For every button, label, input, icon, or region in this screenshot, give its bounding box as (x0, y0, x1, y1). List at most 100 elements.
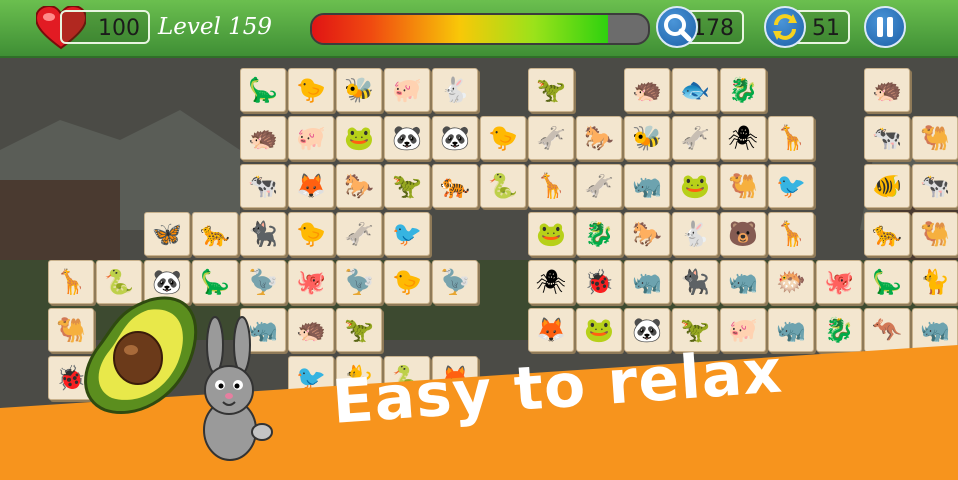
tile-chick[interactable]: 🐤 (288, 68, 334, 112)
tile-hedgehog[interactable]: 🦔 (240, 116, 286, 160)
tile-panther[interactable]: 🐈‍⬛ (672, 260, 718, 304)
tile-fish-purple[interactable]: 🐟 (672, 68, 718, 112)
fox-icon: 🦊 (296, 172, 326, 200)
tile-dino-green[interactable]: 🦖 (528, 68, 574, 112)
tile-leopard[interactable]: 🐆 (192, 212, 238, 256)
tile-panda[interactable]: 🐼 (144, 260, 190, 304)
tile-octopus[interactable]: 🐙 (288, 260, 334, 304)
tile-giraffe[interactable]: 🦒 (768, 116, 814, 160)
tile-spider[interactable]: 🕷 (720, 116, 766, 160)
tile-toucan[interactable]: 🐦 (768, 164, 814, 208)
tile-toucan[interactable]: 🐦 (288, 356, 334, 400)
tile-ladybug[interactable]: 🐞 (48, 356, 94, 400)
rhino-icon: 🦏 (632, 172, 662, 200)
tile-donkey[interactable]: 🫏 (672, 116, 718, 160)
tile-donkey[interactable]: 🫏 (576, 164, 622, 208)
tile-dino-blue[interactable]: 🦕 (864, 260, 910, 304)
tile-tiger[interactable]: 🐅 (432, 164, 478, 208)
snake-icon: 🐍 (104, 268, 134, 296)
tile-seahorse[interactable]: 🐉 (576, 212, 622, 256)
tile-snake[interactable]: 🐍 (480, 164, 526, 208)
tile-camel[interactable]: 🐫 (720, 164, 766, 208)
tile-giraffe[interactable]: 🦒 (528, 164, 574, 208)
tile-giraffe[interactable]: 🦒 (768, 212, 814, 256)
tile-bee[interactable]: 🐝 (624, 116, 670, 160)
tile-fox[interactable]: 🦊 (528, 308, 574, 352)
tile-hedgehog[interactable]: 🦔 (288, 308, 334, 352)
tile-pufferfish[interactable]: 🐡 (768, 260, 814, 304)
tile-horse[interactable]: 🐎 (336, 164, 382, 208)
chick-icon: 🐤 (488, 124, 518, 152)
seahorse-icon: 🐉 (824, 316, 854, 344)
tile-rabbit[interactable]: 🐇 (432, 68, 478, 112)
tile-ladybug[interactable]: 🐞 (576, 260, 622, 304)
tile-toucan[interactable]: 🐦 (384, 212, 430, 256)
tile-bear[interactable]: 🐻 (720, 212, 766, 256)
tile-rhino[interactable]: 🦏 (624, 164, 670, 208)
shuffle-button[interactable] (764, 6, 806, 48)
toucan-icon: 🐦 (296, 364, 326, 392)
seahorse-icon: 🐉 (584, 220, 614, 248)
tiger-icon: 🐅 (440, 172, 470, 200)
tile-donkey[interactable]: 🫏 (528, 116, 574, 160)
tile-snake[interactable]: 🐍 (96, 260, 142, 304)
time-progress-bar (310, 13, 650, 45)
tile-frog[interactable]: 🐸 (576, 308, 622, 352)
tile-hedgehog[interactable]: 🦔 (864, 68, 910, 112)
tile-octopus[interactable]: 🐙 (816, 260, 862, 304)
tile-ostrich[interactable]: 🦤 (432, 260, 478, 304)
tile-donkey[interactable]: 🫏 (336, 212, 382, 256)
tile-rhino[interactable]: 🦏 (624, 260, 670, 304)
tile-rhino[interactable]: 🦏 (912, 308, 958, 352)
tile-pig[interactable]: 🐖 (288, 116, 334, 160)
tile-frog[interactable]: 🐸 (528, 212, 574, 256)
tile-frog[interactable]: 🐸 (336, 116, 382, 160)
tile-cow[interactable]: 🐄 (240, 164, 286, 208)
tile-spider[interactable]: 🕷 (528, 260, 574, 304)
tile-panda[interactable]: 🐼 (384, 116, 430, 160)
tile-horse[interactable]: 🐎 (576, 116, 622, 160)
tile-rabbit[interactable]: 🐇 (672, 212, 718, 256)
tile-frog[interactable]: 🐸 (672, 164, 718, 208)
tile-chick[interactable]: 🐤 (480, 116, 526, 160)
tile-dino-blue[interactable]: 🦕 (192, 260, 238, 304)
hedgehog-icon: 🦔 (872, 76, 902, 104)
tile-hedgehog[interactable]: 🦔 (624, 68, 670, 112)
tile-camel[interactable]: 🐫 (912, 116, 958, 160)
tile-panda[interactable]: 🐼 (432, 116, 478, 160)
tile-chick[interactable]: 🐤 (384, 260, 430, 304)
fish-purple-icon: 🐟 (680, 76, 710, 104)
tile-seahorse[interactable]: 🐉 (720, 68, 766, 112)
tile-ostrich[interactable]: 🦤 (240, 260, 286, 304)
tile-camel[interactable]: 🐫 (48, 308, 94, 352)
tile-cow[interactable]: 🐄 (912, 164, 958, 208)
tile-seahorse[interactable]: 🐉 (816, 308, 862, 352)
dino-blue-icon: 🦕 (248, 76, 278, 104)
tile-dino-blue[interactable]: 🦕 (240, 68, 286, 112)
tile-bee[interactable]: 🐝 (336, 68, 382, 112)
tile-cat[interactable]: 🐈 (912, 260, 958, 304)
tile-camel[interactable]: 🐫 (912, 212, 958, 256)
tile-fish-orange[interactable]: 🐠 (864, 164, 910, 208)
tile-giraffe[interactable]: 🦒 (48, 260, 94, 304)
pause-button[interactable] (864, 6, 906, 48)
tile-dragonfly[interactable]: 🦋 (144, 212, 190, 256)
snake-icon: 🐍 (488, 172, 518, 200)
hedgehog-icon: 🦔 (248, 124, 278, 152)
tile-kangaroo[interactable]: 🦘 (864, 308, 910, 352)
tile-chick[interactable]: 🐤 (288, 212, 334, 256)
camel-icon: 🐫 (56, 316, 86, 344)
hint-button[interactable] (656, 6, 698, 48)
tile-panther[interactable]: 🐈‍⬛ (240, 212, 286, 256)
tile-leopard[interactable]: 🐆 (864, 212, 910, 256)
tile-ostrich[interactable]: 🦤 (336, 260, 382, 304)
tile-cow[interactable]: 🐄 (864, 116, 910, 160)
tile-rhino[interactable]: 🦏 (240, 308, 286, 352)
tile-horse[interactable]: 🐎 (624, 212, 670, 256)
tile-dino-green[interactable]: 🦖 (336, 308, 382, 352)
tile-pig[interactable]: 🐖 (384, 68, 430, 112)
giraffe-icon: 🦒 (776, 124, 806, 152)
tile-rhino[interactable]: 🦏 (720, 260, 766, 304)
tile-fox[interactable]: 🦊 (288, 164, 334, 208)
tile-dino-green[interactable]: 🦖 (384, 164, 430, 208)
